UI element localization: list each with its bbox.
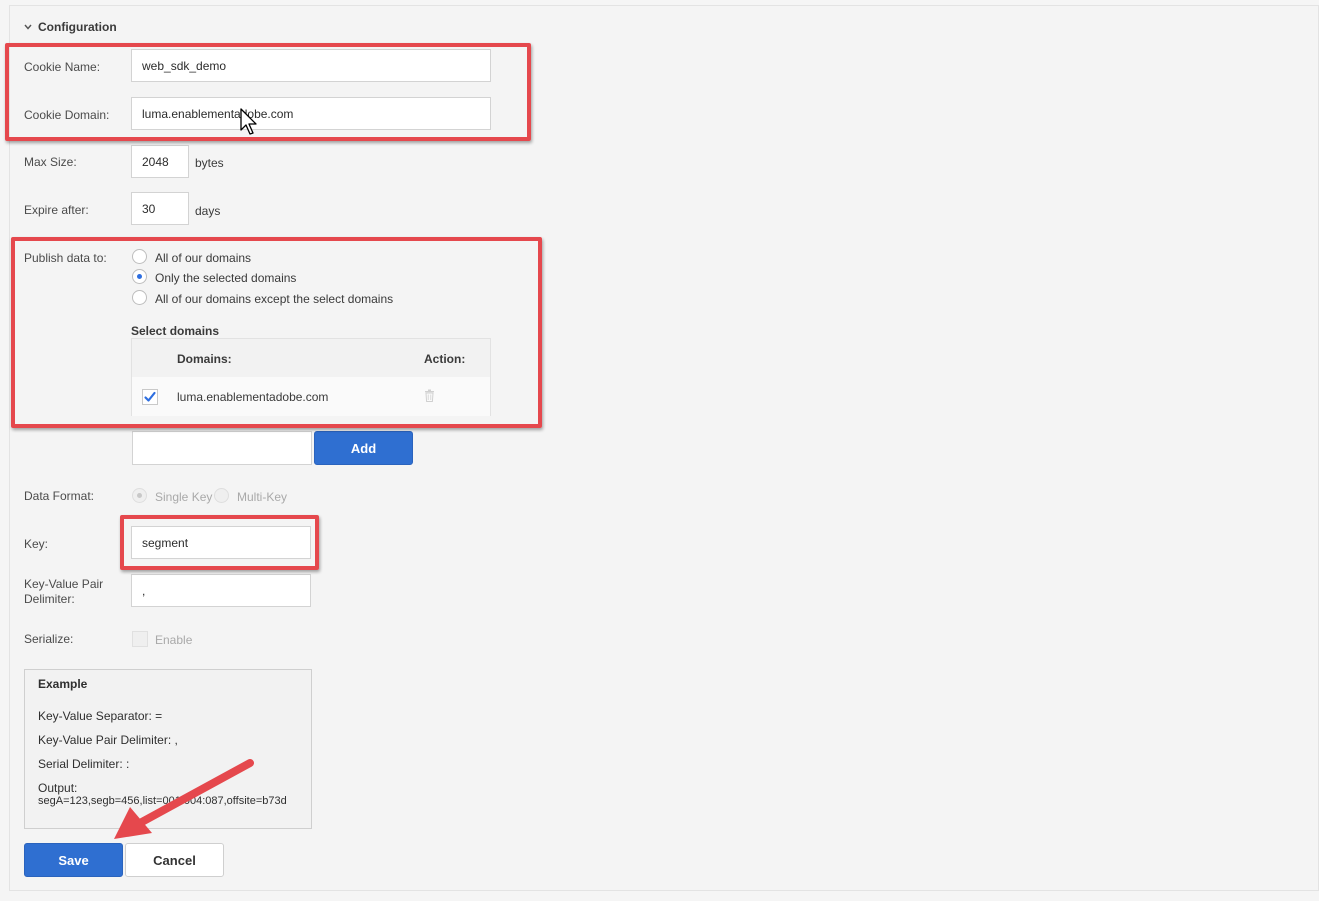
annotation-box-cookie	[5, 43, 531, 141]
radio-multi-key[interactable]	[214, 488, 229, 503]
annotation-arrow	[114, 759, 254, 839]
data-format-label: Data Format:	[24, 489, 95, 503]
mouse-cursor-icon	[240, 108, 257, 135]
section-title: Configuration	[38, 20, 117, 34]
kv-delimiter-label-line2: Delimiter:	[24, 592, 75, 606]
save-button[interactable]: Save	[24, 843, 123, 877]
example-title: Example	[38, 677, 88, 691]
expire-after-label: Expire after:	[24, 203, 89, 217]
kv-delimiter-input[interactable]: ,	[131, 574, 311, 607]
key-label: Key:	[24, 537, 49, 551]
radio-multi-key-label: Multi-Key	[237, 490, 288, 504]
serialize-checkbox[interactable]	[132, 631, 148, 647]
kv-delimiter-label-line1: Key-Value Pair	[24, 577, 104, 591]
chevron-down-icon	[24, 24, 32, 30]
add-domain-button[interactable]: Add	[314, 431, 413, 465]
expire-after-unit: days	[195, 204, 221, 218]
example-kv-separator: Key-Value Separator: =	[38, 709, 163, 723]
max-size-label: Max Size:	[24, 155, 77, 169]
add-domain-input[interactable]	[132, 431, 312, 465]
max-size-unit: bytes	[195, 156, 224, 170]
example-kv-pair-delimiter: Key-Value Pair Delimiter: ,	[38, 733, 178, 747]
max-size-input[interactable]: 2048	[131, 145, 189, 178]
radio-single-key-label: Single Key	[155, 490, 213, 504]
example-output-label: Output:	[38, 781, 78, 795]
serialize-label: Serialize:	[24, 632, 74, 646]
expire-after-input[interactable]: 30	[131, 192, 189, 225]
annotation-box-publish	[11, 237, 542, 428]
cancel-button[interactable]: Cancel	[125, 843, 224, 877]
configuration-header[interactable]: Configuration	[24, 20, 117, 34]
annotation-box-key	[120, 515, 319, 570]
radio-single-key[interactable]	[132, 488, 147, 503]
serialize-option-label: Enable	[155, 633, 193, 647]
